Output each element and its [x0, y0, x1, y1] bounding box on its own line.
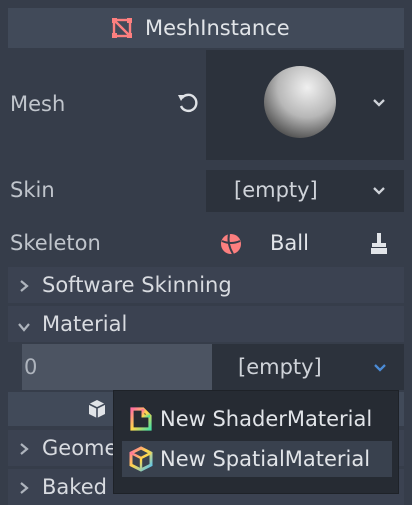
material-dropdown-chevron-icon[interactable] — [372, 360, 388, 380]
section-label-material: Material — [42, 312, 128, 336]
skeleton-label: Skeleton — [10, 231, 101, 255]
skeleton-node-icon — [219, 232, 243, 256]
header-title: MeshInstance — [145, 16, 290, 40]
skeleton-value: Ball — [270, 231, 309, 255]
chevron-down-icon — [17, 318, 31, 337]
clear-brush-icon[interactable] — [368, 232, 390, 256]
mesh-preview-field[interactable] — [206, 50, 404, 160]
inspector-header: MeshInstance — [8, 8, 404, 48]
skin-value: [empty] — [234, 178, 318, 202]
section-label-software-skinning: Software Skinning — [42, 273, 232, 297]
mesh-dropdown-chevron-icon[interactable] — [371, 95, 387, 115]
material-index-field: 0 — [22, 344, 212, 390]
new-material-popup-menu: New ShaderMaterial New SpatialMaterial — [113, 390, 399, 494]
skin-label: Skin — [10, 178, 55, 202]
material-slot-value: [empty] — [238, 355, 322, 379]
skeleton-nodepath-field[interactable]: Ball — [206, 223, 404, 265]
mesh-instance-icon — [111, 17, 133, 39]
section-software-skinning[interactable]: Software Skinning — [8, 267, 404, 303]
section-label-geometry: Geome — [42, 436, 118, 460]
menu-item-label: New ShaderMaterial — [160, 407, 373, 431]
revert-icon[interactable] — [175, 91, 199, 115]
section-material[interactable]: Material — [8, 306, 404, 342]
shader-material-icon — [128, 406, 154, 432]
section-label-baked: Baked — [42, 475, 107, 499]
menu-item-label: New SpatialMaterial — [160, 447, 371, 471]
menu-item-new-shader-material[interactable]: New ShaderMaterial — [122, 401, 392, 437]
material-index-label: 0 — [24, 355, 38, 379]
skin-dropdown-chevron-icon[interactable] — [371, 183, 387, 203]
skin-field[interactable]: [empty] — [206, 170, 404, 212]
mesh-label: Mesh — [10, 92, 66, 116]
chevron-right-icon — [18, 441, 30, 460]
cube-icon — [86, 398, 108, 420]
chevron-right-icon — [18, 278, 30, 297]
menu-item-new-spatial-material[interactable]: New SpatialMaterial — [122, 441, 392, 477]
mesh-preview-thumbnail — [262, 64, 338, 140]
chevron-right-icon — [18, 480, 30, 499]
material-slot-field[interactable]: [empty] — [212, 344, 404, 390]
spatial-material-icon — [128, 446, 154, 472]
